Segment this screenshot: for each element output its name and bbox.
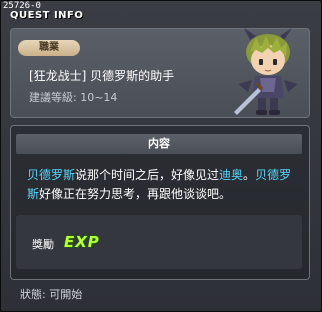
quest-description: 贝德罗斯说那个时间之后，好像见过迪奥。贝德罗斯好像正在努力思考，再跟他谈谈吧。 (27, 166, 299, 204)
npc-portrait-icon (234, 28, 298, 115)
title-bar[interactable]: QUEST INFO (0, 9, 320, 23)
npc-name-link: 迪奥 (219, 168, 244, 182)
window-title: QUEST INFO (10, 10, 84, 21)
reward-panel (16, 215, 302, 269)
description-text: 说那个时间之后，好像见过 (75, 168, 220, 182)
job-badge: 職業 (18, 40, 80, 56)
content-header: 内容 (16, 134, 302, 154)
quest-name: [狂龙战士] 贝德罗斯的助手 (29, 69, 175, 83)
npc-name-link: 贝德罗斯 (27, 168, 76, 182)
description-text: 。 (243, 168, 256, 182)
quest-level: 建議等級: 10~14 (29, 91, 118, 104)
description-text: 好像正在努力思考，再跟他谈谈吧。 (39, 187, 232, 201)
exp-reward-icon: EXP (64, 233, 100, 251)
reward-label: 獎勵 (32, 238, 54, 251)
quest-status: 狀態: 可開始 (20, 288, 83, 301)
